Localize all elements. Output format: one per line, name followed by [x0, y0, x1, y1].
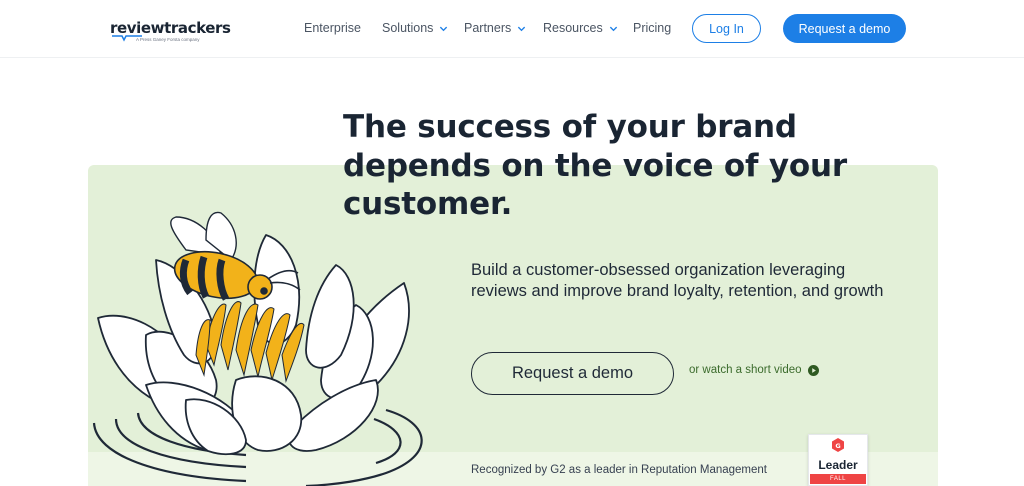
recognition-text: Recognized by G2 as a leader in Reputati…: [471, 464, 767, 476]
speech-bubble-icon: [112, 35, 142, 42]
nav-resources-label: Resources: [543, 21, 603, 35]
logo-tagline: A Press Ganey Forsta company: [136, 37, 200, 42]
nav-enterprise-label: Enterprise: [304, 21, 361, 35]
reviewtrackers-logo[interactable]: reviewtrackers A Press Ganey Forsta comp…: [110, 20, 231, 42]
login-button[interactable]: Log In: [692, 14, 761, 43]
g2-leader-badge[interactable]: G Leader FALL: [808, 434, 868, 486]
chevron-down-icon: [440, 26, 448, 31]
svg-text:G: G: [835, 442, 840, 450]
request-demo-header-button[interactable]: Request a demo: [783, 14, 906, 43]
nav-partners-label: Partners: [464, 21, 512, 35]
badge-title: Leader: [818, 458, 858, 472]
hero-headline: The success of your brand depends on the…: [343, 109, 847, 222]
nav-partners[interactable]: Partners: [464, 21, 526, 35]
bee-on-water-lily-illustration: [92, 211, 423, 486]
request-demo-hero-button[interactable]: Request a demo: [471, 352, 674, 395]
site-header: reviewtrackers A Press Ganey Forsta comp…: [0, 0, 1024, 58]
chevron-down-icon: [609, 26, 617, 31]
watch-video-link[interactable]: or watch a short video: [689, 364, 819, 376]
hero-subtext: Build a customer-obsessed organization l…: [471, 261, 884, 300]
nav-pricing[interactable]: Pricing: [633, 21, 671, 35]
logo-wordmark: reviewtrackers: [110, 19, 231, 37]
chevron-down-icon: [518, 26, 526, 31]
nav-enterprise[interactable]: Enterprise: [304, 21, 361, 35]
badge-season: FALL: [810, 474, 866, 484]
nav-pricing-label: Pricing: [633, 21, 672, 35]
nav-solutions[interactable]: Solutions: [382, 21, 448, 35]
watch-video-label: or watch a short video: [689, 364, 802, 376]
play-circle-icon: [807, 364, 819, 376]
nav-resources[interactable]: Resources: [543, 21, 618, 35]
g2-logo-icon: G: [832, 438, 844, 452]
nav-solutions-label: Solutions: [382, 21, 434, 35]
